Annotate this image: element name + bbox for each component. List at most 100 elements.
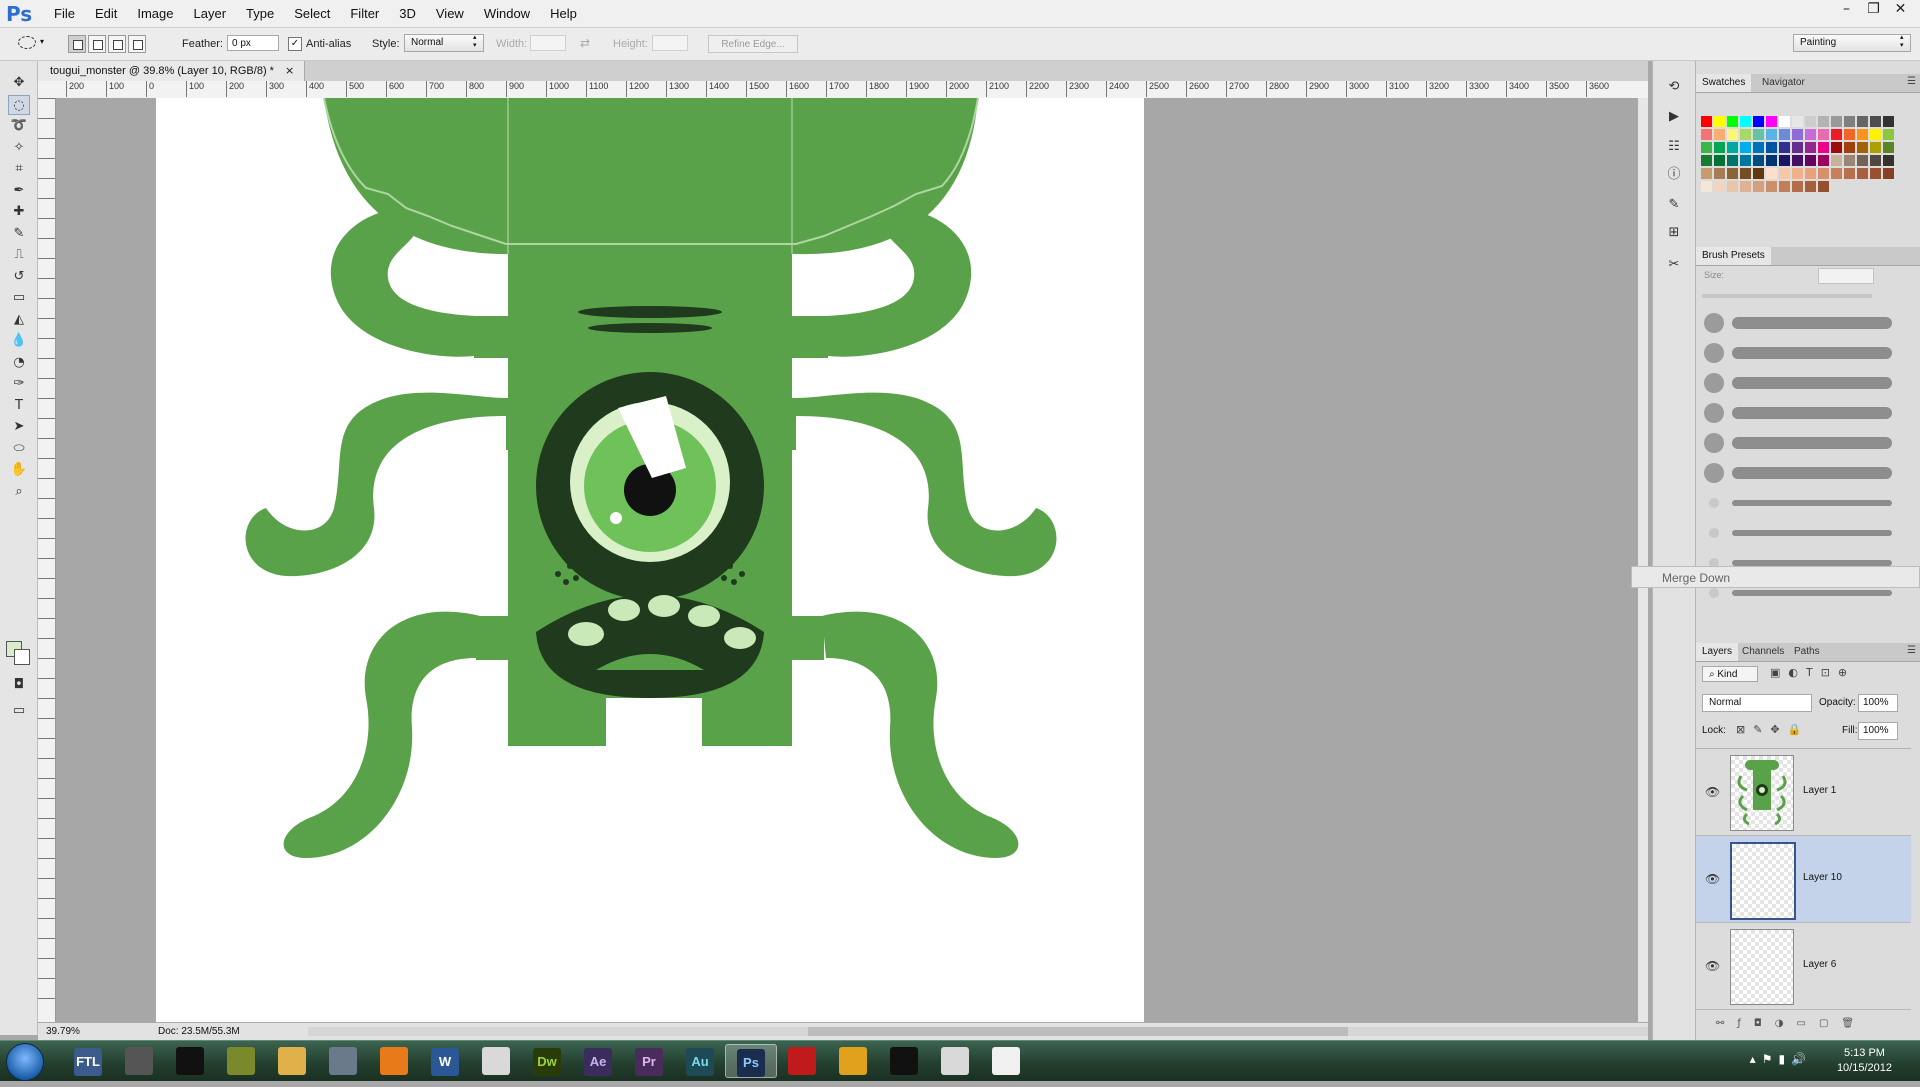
menu-edit[interactable]: Edit <box>85 6 127 21</box>
brush-preset[interactable] <box>1698 458 1903 488</box>
brush-preset[interactable] <box>1698 488 1903 518</box>
color-swatch[interactable] <box>1714 155 1725 166</box>
taskbar-app-shockwave[interactable] <box>776 1044 828 1078</box>
color-swatch[interactable] <box>1805 116 1816 127</box>
layer-filter-icons[interactable]: ▣◐T⊡⊕ <box>1770 666 1855 679</box>
color-swatch[interactable] <box>1844 116 1855 127</box>
antialias-checkbox[interactable]: ✓ <box>288 37 302 51</box>
color-swatch[interactable] <box>1766 155 1777 166</box>
color-swatch[interactable] <box>1753 181 1764 192</box>
close-tab-icon[interactable]: × <box>285 64 294 77</box>
taskbar-app-itunes[interactable] <box>470 1044 522 1078</box>
color-swatch[interactable] <box>1714 142 1725 153</box>
add-to-selection-button[interactable] <box>88 35 106 53</box>
zoom-tool-icon[interactable]: ⌕ <box>8 482 30 502</box>
brush-tool-icon[interactable]: ✎ <box>8 224 30 244</box>
taskbar-app-aftereffects[interactable]: Ae <box>572 1044 624 1078</box>
color-swatch[interactable] <box>1701 116 1712 127</box>
brush-preset[interactable] <box>1698 398 1903 428</box>
color-swatch[interactable] <box>1818 116 1829 127</box>
color-swatch[interactable] <box>1818 181 1829 192</box>
marquee-tool-preset-icon[interactable] <box>18 36 36 49</box>
color-swatch[interactable] <box>1883 168 1894 179</box>
subtract-from-selection-button[interactable] <box>108 35 126 53</box>
color-swatch[interactable] <box>1740 142 1751 153</box>
color-swatch[interactable] <box>1779 116 1790 127</box>
color-swatch[interactable] <box>1831 155 1842 166</box>
blur-tool-icon[interactable]: 💧 <box>8 331 30 351</box>
taskbar-app-fl-studio[interactable] <box>827 1044 879 1078</box>
fill-input[interactable]: 100% <box>1858 722 1898 740</box>
brush-preset[interactable] <box>1698 368 1903 398</box>
menu-help[interactable]: Help <box>540 6 587 21</box>
color-swatch[interactable] <box>1805 142 1816 153</box>
taskbar-app-chrome[interactable] <box>929 1044 981 1078</box>
lasso-tool-icon[interactable]: ➰ <box>8 116 30 136</box>
menu-file[interactable]: File <box>44 6 85 21</box>
color-swatch[interactable] <box>1714 168 1725 179</box>
color-swatch[interactable] <box>1870 168 1881 179</box>
color-swatch[interactable] <box>1818 142 1829 153</box>
menu-view[interactable]: View <box>426 6 474 21</box>
color-swatch[interactable] <box>1753 168 1764 179</box>
color-swatch[interactable] <box>1857 129 1868 140</box>
color-swatch[interactable] <box>1753 116 1764 127</box>
lock-icons[interactable]: ⊠✎✥🔒 <box>1736 723 1809 736</box>
color-swatch[interactable] <box>1714 129 1725 140</box>
color-swatch[interactable] <box>1857 155 1868 166</box>
style-select[interactable]: Normal <box>404 34 484 52</box>
color-swatch[interactable] <box>1792 168 1803 179</box>
color-swatch[interactable] <box>1701 142 1712 153</box>
path-select-tool-icon[interactable]: ➤ <box>8 417 30 437</box>
taskbar-app-notepad[interactable] <box>980 1044 1032 1078</box>
horizontal-ruler[interactable]: 200 100 0 100 200 300 400 500 600 700 800 900 1000 11… <box>56 81 1648 99</box>
refine-edge-button[interactable]: Refine Edge... <box>708 35 798 53</box>
taskbar-app-premiere[interactable]: Pr <box>623 1044 675 1078</box>
menu-type[interactable]: Type <box>236 6 284 21</box>
close-button[interactable]: ✕ <box>1887 0 1914 20</box>
color-swatch[interactable] <box>1766 116 1777 127</box>
color-swatch[interactable] <box>1792 129 1803 140</box>
color-swatch[interactable] <box>1857 142 1868 153</box>
color-swatch[interactable] <box>1883 129 1894 140</box>
tool-preset-dropdown-icon[interactable]: ▾ <box>40 37 44 46</box>
color-swatch[interactable] <box>1701 181 1712 192</box>
new-selection-button[interactable] <box>68 35 86 53</box>
tab-layers[interactable]: Layers <box>1696 643 1739 661</box>
color-swatch[interactable] <box>1740 181 1751 192</box>
color-swatch[interactable] <box>1844 168 1855 179</box>
color-swatch[interactable] <box>1831 142 1842 153</box>
color-swatch[interactable] <box>1727 168 1738 179</box>
taskbar-app-media-player[interactable] <box>368 1044 420 1078</box>
vertical-ruler[interactable] <box>38 98 56 1022</box>
color-swatch[interactable] <box>1740 129 1751 140</box>
ruler-origin[interactable] <box>38 81 57 99</box>
zoom-level[interactable]: 39.79% <box>46 1026 80 1037</box>
color-swatch[interactable] <box>1727 129 1738 140</box>
color-swatch[interactable] <box>1883 142 1894 153</box>
color-swatch[interactable] <box>1792 116 1803 127</box>
taskbar-app-network[interactable] <box>215 1044 267 1078</box>
tab-channels[interactable]: Channels <box>1736 643 1790 661</box>
color-swatch[interactable] <box>1818 129 1829 140</box>
layer-filter-kind[interactable]: ⌕ Kind <box>1702 666 1758 682</box>
color-swatch[interactable] <box>1805 168 1816 179</box>
color-swatch[interactable] <box>1779 155 1790 166</box>
color-swatch[interactable] <box>1857 116 1868 127</box>
color-swatch[interactable] <box>1870 116 1881 127</box>
move-tool-icon[interactable]: ✥ <box>8 73 30 93</box>
color-swatch[interactable] <box>1701 155 1712 166</box>
visibility-eye-icon[interactable]: 👁 <box>1705 872 1720 886</box>
history-icon[interactable]: ⟲ <box>1664 77 1684 97</box>
history-brush-tool-icon[interactable]: ↺ <box>8 267 30 287</box>
brush-icon[interactable]: ✎ <box>1664 195 1684 215</box>
intersect-selection-button[interactable] <box>128 35 146 53</box>
layers-panel-menu-icon[interactable]: ☰ <box>1907 645 1916 656</box>
menu-window[interactable]: Window <box>474 6 540 21</box>
color-swatch[interactable] <box>1753 142 1764 153</box>
taskbar-app-folder[interactable] <box>266 1044 318 1078</box>
color-swatch[interactable] <box>1779 181 1790 192</box>
dodge-tool-icon[interactable]: ◔ <box>8 353 30 373</box>
healing-brush-tool-icon[interactable]: ✚ <box>8 202 30 222</box>
color-swatch[interactable] <box>1727 116 1738 127</box>
